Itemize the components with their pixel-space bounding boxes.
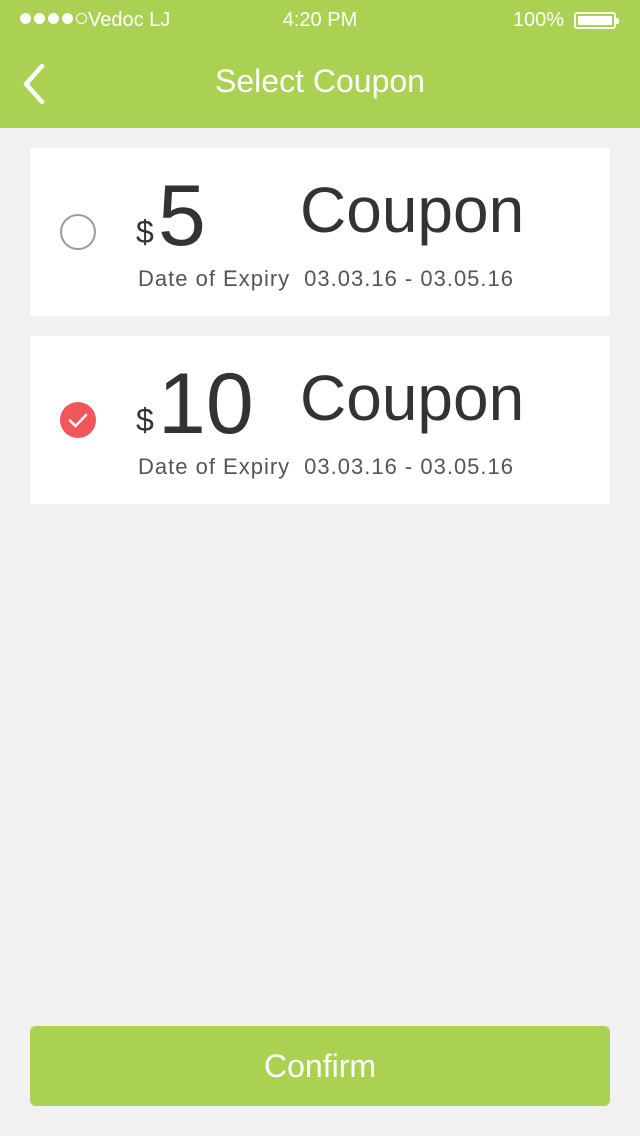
nav-bar: Select Coupon — [0, 40, 640, 128]
coupon-label: Coupon — [300, 174, 525, 246]
coupon-label: Coupon — [300, 362, 525, 434]
coupon-card-10[interactable]: $ 10 Coupon Date of Expiry 03.03.16 - 03.… — [30, 336, 610, 504]
expiry-label: Date of Expiry — [138, 266, 291, 291]
coupon-amount: 5 — [158, 168, 206, 264]
confirm-button[interactable]: Confirm — [30, 1026, 610, 1106]
expiry-range: 03.03.16 - 03.05.16 — [304, 266, 514, 291]
battery-percentage: 100% — [512, 9, 564, 31]
coupon-screen: Vedoc LJ 4:20 PM 100% Select Coupon $ 5 … — [0, 0, 640, 1136]
page-title: Select Coupon — [215, 63, 425, 99]
battery-fill — [578, 16, 612, 25]
coupon-list: $ 5 Coupon Date of Expiry 03.03.16 - 03.0… — [30, 148, 610, 524]
radio-unchecked-icon[interactable] — [60, 214, 96, 250]
coupon-card-5[interactable]: $ 5 Coupon Date of Expiry 03.03.16 - 03.0… — [30, 148, 610, 316]
status-bar: Vedoc LJ 4:20 PM 100% — [0, 0, 640, 40]
coupon-expiry: Date of Expiry 03.03.16 - 03.05.16 — [138, 266, 514, 292]
coupon-currency: $ — [136, 214, 154, 250]
battery-icon — [574, 12, 619, 29]
coupon-currency: $ — [136, 402, 154, 438]
checkmark-icon — [68, 413, 88, 428]
expiry-range: 03.03.16 - 03.05.16 — [304, 454, 514, 479]
radio-checked-icon[interactable] — [60, 402, 96, 438]
coupon-expiry: Date of Expiry 03.03.16 - 03.05.16 — [138, 454, 514, 480]
expiry-label: Date of Expiry — [138, 454, 291, 479]
header: Vedoc LJ 4:20 PM 100% Select Coupon — [0, 0, 640, 128]
coupon-amount: 10 — [158, 356, 254, 452]
